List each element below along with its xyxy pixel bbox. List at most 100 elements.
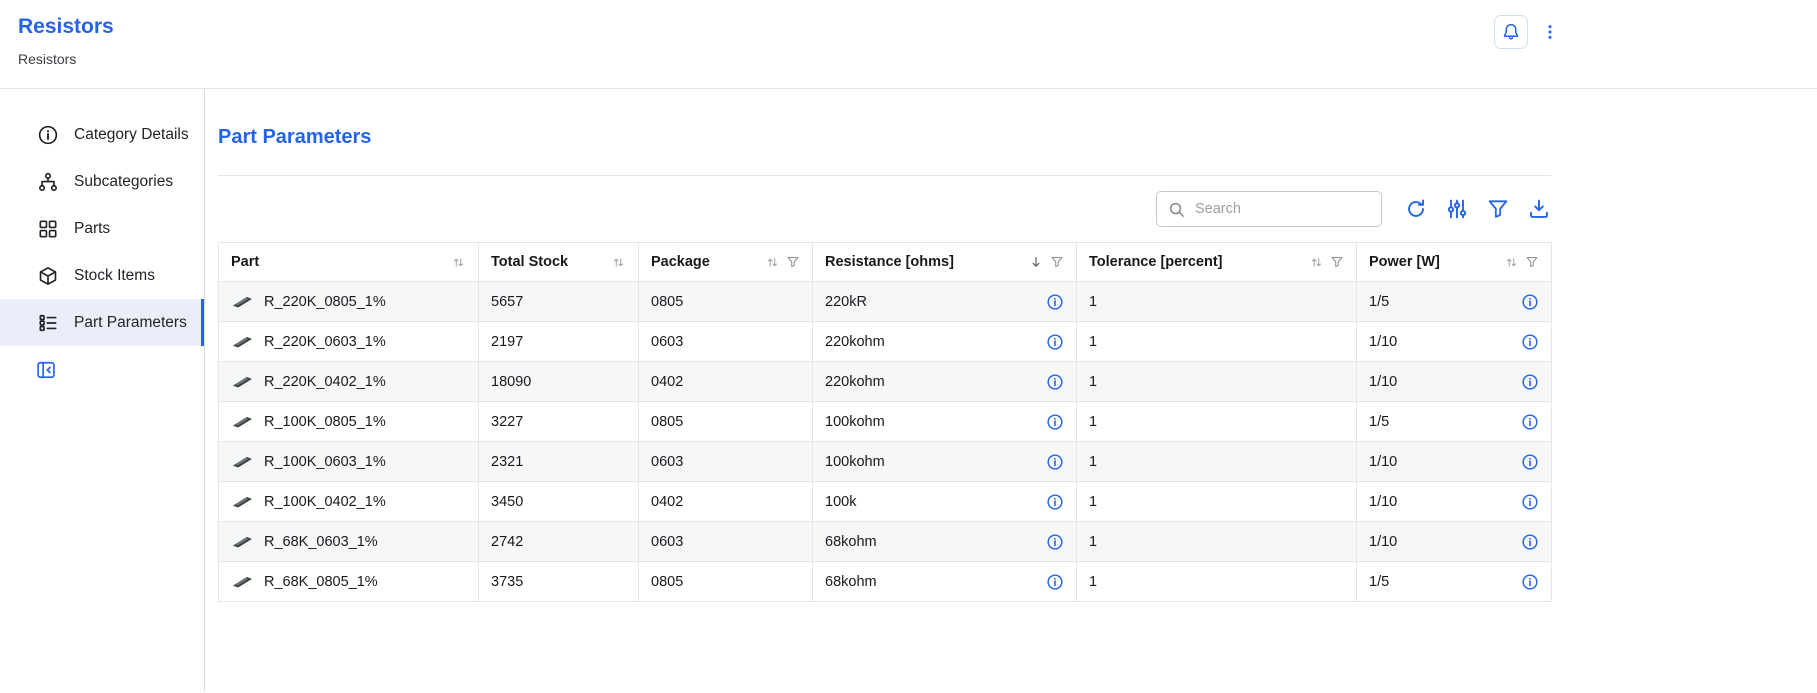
part-photo-icon xyxy=(231,535,254,549)
total-stock-cell: 5657 xyxy=(479,282,639,322)
column-filter-icon[interactable] xyxy=(1525,255,1539,269)
refresh-button[interactable] xyxy=(1404,197,1428,221)
tolerance-cell: 1 xyxy=(1077,402,1357,442)
power-cell: 1/5 xyxy=(1357,282,1552,322)
tolerance-cell: 1 xyxy=(1077,282,1357,322)
table-header-row: PartTotal StockPackageResistance [ohms]T… xyxy=(219,243,1552,282)
sidebar-item-parts[interactable]: Parts xyxy=(0,205,204,252)
tolerance-cell: 1 xyxy=(1077,482,1357,522)
notifications-button[interactable] xyxy=(1494,15,1528,49)
sort-desc-icon[interactable] xyxy=(1028,254,1044,270)
resistance-cell: 100kohm xyxy=(813,442,1077,482)
filter-button[interactable] xyxy=(1486,197,1510,221)
package-cell: 0402 xyxy=(639,482,813,522)
sort-icon[interactable] xyxy=(611,255,626,270)
hierarchy-icon xyxy=(37,171,59,193)
tolerance-cell: 1 xyxy=(1077,322,1357,362)
info-icon[interactable] xyxy=(1521,533,1539,551)
column-filter-icon[interactable] xyxy=(1050,255,1064,269)
sidebar-items: Category Details Subcategories Parts Stock … xyxy=(0,111,204,346)
part-cell: R_100K_0805_1% xyxy=(219,402,479,442)
part-cell: R_220K_0402_1% xyxy=(219,362,479,402)
sidebar-item-part-parameters[interactable]: Part Parameters xyxy=(0,299,204,346)
resistance-value: 220kohm xyxy=(825,334,885,350)
part-name: R_220K_0805_1% xyxy=(264,294,386,310)
resistance-value: 68kohm xyxy=(825,574,877,590)
column-header-tolerance-percent[interactable]: Tolerance [percent] xyxy=(1077,243,1357,282)
resistance-cell: 220kohm xyxy=(813,362,1077,402)
info-icon[interactable] xyxy=(1046,533,1064,551)
package-cell: 0402 xyxy=(639,362,813,402)
table-row[interactable]: R_100K_0603_1%23210603100kohm11/10 xyxy=(219,442,1552,482)
column-header-total-stock[interactable]: Total Stock xyxy=(479,243,639,282)
part-photo-icon xyxy=(231,415,254,429)
sort-icon[interactable] xyxy=(765,255,780,270)
sort-icon[interactable] xyxy=(451,255,466,270)
search-icon xyxy=(1167,200,1186,219)
table-row[interactable]: R_68K_0603_1%2742060368kohm11/10 xyxy=(219,522,1552,562)
overflow-menu-button[interactable] xyxy=(1540,19,1560,45)
tolerance-cell: 1 xyxy=(1077,522,1357,562)
column-settings-button[interactable] xyxy=(1445,197,1469,221)
page-body: Category Details Subcategories Parts Stock … xyxy=(0,89,1817,692)
table-row[interactable]: R_220K_0805_1%56570805220kR11/5 xyxy=(219,282,1552,322)
power-value: 1/10 xyxy=(1369,334,1397,350)
info-icon[interactable] xyxy=(1521,453,1539,471)
sort-icon[interactable] xyxy=(1309,255,1324,270)
collapse-sidebar-button[interactable] xyxy=(35,358,59,382)
info-icon[interactable] xyxy=(1521,333,1539,351)
resistance-cell: 220kohm xyxy=(813,322,1077,362)
column-header-power-w[interactable]: Power [W] xyxy=(1357,243,1552,282)
table-row[interactable]: R_100K_0805_1%32270805100kohm11/5 xyxy=(219,402,1552,442)
total-stock-cell: 3227 xyxy=(479,402,639,442)
sidebar-item-label: Part Parameters xyxy=(74,314,187,332)
info-icon[interactable] xyxy=(1046,333,1064,351)
info-circle-icon xyxy=(37,124,59,146)
table-row[interactable]: R_220K_0603_1%21970603220kohm11/10 xyxy=(219,322,1552,362)
part-name: R_68K_0805_1% xyxy=(264,574,378,590)
total-stock-cell: 2197 xyxy=(479,322,639,362)
power-value: 1/5 xyxy=(1369,294,1389,310)
column-filter-icon[interactable] xyxy=(1330,255,1344,269)
column-header-resistance-ohms[interactable]: Resistance [ohms] xyxy=(813,243,1077,282)
column-filter-icon[interactable] xyxy=(786,255,800,269)
total-stock-cell: 2742 xyxy=(479,522,639,562)
table-row[interactable]: R_68K_0805_1%3735080568kohm11/5 xyxy=(219,562,1552,602)
funnel-icon xyxy=(1486,197,1510,221)
part-name: R_220K_0402_1% xyxy=(264,374,386,390)
part-photo-icon xyxy=(231,495,254,509)
info-icon[interactable] xyxy=(1521,373,1539,391)
info-icon[interactable] xyxy=(1046,413,1064,431)
info-icon[interactable] xyxy=(1046,573,1064,591)
search-input[interactable] xyxy=(1193,200,1371,218)
sidebar-item-label: Subcategories xyxy=(74,173,173,191)
info-icon[interactable] xyxy=(1046,373,1064,391)
resistance-value: 68kohm xyxy=(825,534,877,550)
info-icon[interactable] xyxy=(1521,293,1539,311)
sidebar-item-category-details[interactable]: Category Details xyxy=(0,111,204,158)
info-icon[interactable] xyxy=(1521,573,1539,591)
download-button[interactable] xyxy=(1527,197,1551,221)
info-icon[interactable] xyxy=(1521,413,1539,431)
search-box[interactable] xyxy=(1156,191,1382,227)
package-cell: 0805 xyxy=(639,402,813,442)
sort-icon[interactable] xyxy=(1504,255,1519,270)
info-icon[interactable] xyxy=(1521,493,1539,511)
info-icon[interactable] xyxy=(1046,293,1064,311)
power-value: 1/10 xyxy=(1369,374,1397,390)
table-row[interactable]: R_100K_0402_1%34500402100k11/10 xyxy=(219,482,1552,522)
part-photo-icon xyxy=(231,335,254,349)
part-name: R_100K_0402_1% xyxy=(264,494,386,510)
resistance-value: 220kohm xyxy=(825,374,885,390)
column-header-part[interactable]: Part xyxy=(219,243,479,282)
section-title: Part Parameters xyxy=(218,126,1817,149)
sidebar-item-subcategories[interactable]: Subcategories xyxy=(0,158,204,205)
sidebar-item-label: Parts xyxy=(74,220,110,238)
tolerance-cell: 1 xyxy=(1077,562,1357,602)
table-row[interactable]: R_220K_0402_1%180900402220kohm11/10 xyxy=(219,362,1552,402)
bell-icon xyxy=(1501,22,1521,42)
info-icon[interactable] xyxy=(1046,453,1064,471)
sidebar-item-stock-items[interactable]: Stock Items xyxy=(0,252,204,299)
column-header-package[interactable]: Package xyxy=(639,243,813,282)
info-icon[interactable] xyxy=(1046,493,1064,511)
